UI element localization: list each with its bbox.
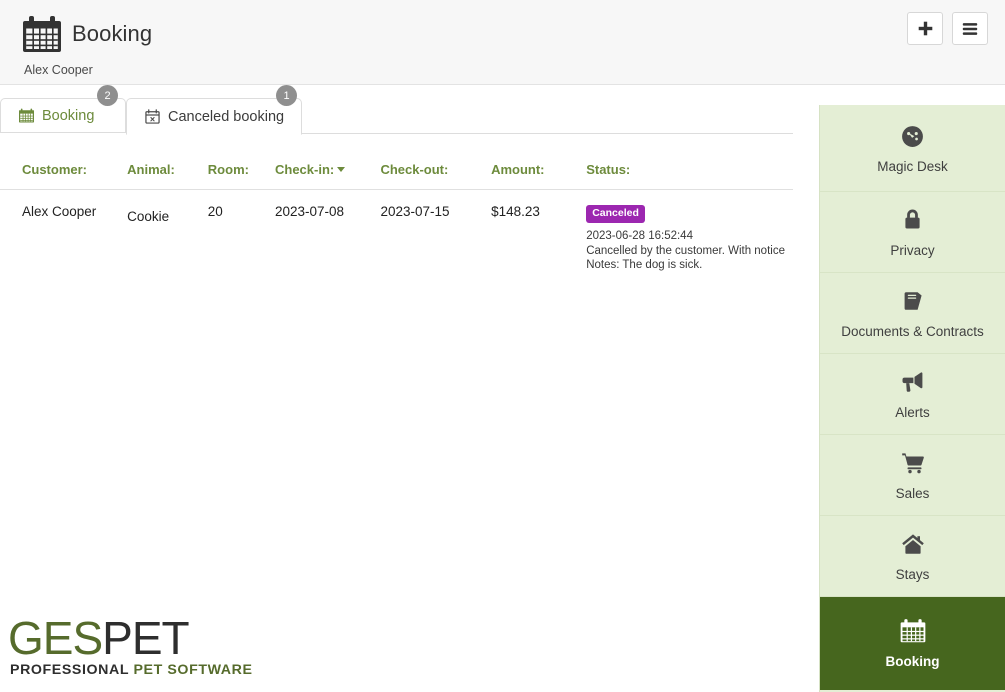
plus-icon <box>917 20 934 37</box>
sidebar-item-stays[interactable]: Stays <box>820 516 1005 597</box>
header-subtitle: Alex Cooper <box>24 63 93 77</box>
cell-room: 20 <box>207 204 223 219</box>
tab-canceled-booking[interactable]: Canceled booking <box>126 98 302 135</box>
hamburger-menu-icon <box>961 20 979 38</box>
status-timestamp: 2023-06-28 16:52:44 <box>586 229 693 242</box>
sidebar-item-stays-label: Stays <box>895 566 930 582</box>
calendar-icon <box>22 14 62 54</box>
column-header-room[interactable]: Room: <box>207 146 275 190</box>
add-button[interactable] <box>907 12 943 45</box>
gespet-logo: GESPET PROFESSIONAL PET SOFTWARE <box>8 615 253 678</box>
home-icon <box>901 531 925 557</box>
lock-icon <box>901 207 924 233</box>
column-header-status[interactable]: Status: <box>586 146 793 190</box>
tab-bar: Booking 2 Canceled booking 1 <box>0 85 819 146</box>
sidebar-item-sales-label: Sales <box>895 485 930 501</box>
header-actions <box>907 12 988 45</box>
sidebar-item-privacy-label: Privacy <box>890 242 935 258</box>
sidebar-item-booking-label: Booking <box>885 654 940 669</box>
sort-descending-icon <box>337 167 346 172</box>
tab-canceled-booking-badge: 1 <box>276 85 297 106</box>
status-reason: Cancelled by the customer. With notice <box>586 244 785 257</box>
column-header-animal[interactable]: Animal: <box>127 146 208 190</box>
tab-booking-label: Booking <box>42 107 95 124</box>
calendar-icon <box>19 108 35 124</box>
dashboard-icon <box>900 123 925 149</box>
sidebar-item-magic-desk-label: Magic Desk <box>877 158 948 174</box>
app-window: Booking Alex Cooper Booking 2 Canceled b… <box>0 0 1005 692</box>
page-header: Booking Alex Cooper <box>0 0 1005 85</box>
logo-ges: GES <box>8 612 103 664</box>
column-header-customer[interactable]: Customer: <box>0 146 128 190</box>
tab-bar-underline <box>302 133 793 134</box>
table-row[interactable]: Alex Cooper Cookie 20 2023-07-08 2023-07… <box>0 190 793 273</box>
calendar-icon <box>900 618 926 644</box>
cell-customer: Alex Cooper <box>22 204 97 219</box>
sidebar-item-alerts[interactable]: Alerts <box>820 354 1005 435</box>
column-header-checkin-label: Check-in: <box>275 162 335 177</box>
logo-wordmark: GESPET <box>8 615 253 661</box>
tab-booking-badge: 2 <box>97 85 118 106</box>
logo-tagline-professional: PROFESSIONAL <box>10 662 129 678</box>
column-header-amount[interactable]: Amount: <box>491 146 587 190</box>
sidebar-item-sales[interactable]: Sales <box>820 435 1005 516</box>
sidebar-item-documents-contracts-label: Documents & Contracts <box>841 323 984 339</box>
logo-pet: PET <box>102 612 189 664</box>
page-title: Booking <box>72 21 153 46</box>
cell-status: Canceled 2023-06-28 16:52:44 Cancelled b… <box>586 190 793 273</box>
tab-canceled-booking-label: Canceled booking <box>168 108 285 125</box>
sidebar-item-privacy[interactable]: Privacy <box>820 192 1005 273</box>
logo-tagline-petsoftware: PET SOFTWARE <box>133 662 253 678</box>
sidebar-item-booking[interactable]: Booking <box>820 597 1005 690</box>
book-icon <box>901 288 925 314</box>
status-notes: Notes: The dog is sick. <box>586 258 703 271</box>
column-header-checkin[interactable]: Check-in: <box>275 146 381 190</box>
cell-checkin: 2023-07-08 <box>275 204 345 219</box>
table-header-row: Customer: Animal: Room: Check-in: Check-… <box>0 146 793 190</box>
right-sidebar: Magic Desk Privacy Documents & Contracts <box>819 105 1005 692</box>
sidebar-item-alerts-label: Alerts <box>895 404 930 420</box>
calendar-x-icon <box>145 108 161 125</box>
column-header-checkout[interactable]: Check-out: <box>380 146 492 190</box>
main-content: Customer: Animal: Room: Check-in: Check-… <box>0 146 819 692</box>
bookings-table: Customer: Animal: Room: Check-in: Check-… <box>0 146 793 272</box>
logo-tagline: PROFESSIONAL PET SOFTWARE <box>10 662 253 678</box>
header-title-block: Booking Alex Cooper <box>22 14 152 77</box>
sidebar-item-documents-contracts[interactable]: Documents & Contracts <box>820 273 1005 354</box>
cell-animal: Cookie <box>127 209 170 224</box>
cell-checkout: 2023-07-15 <box>380 204 450 219</box>
menu-button[interactable] <box>952 12 988 45</box>
sidebar-item-magic-desk[interactable]: Magic Desk <box>820 105 1005 192</box>
status-badge: Canceled <box>586 205 645 223</box>
cart-icon <box>901 450 925 476</box>
cell-amount: $148.23 <box>491 204 540 219</box>
megaphone-icon <box>901 369 925 395</box>
